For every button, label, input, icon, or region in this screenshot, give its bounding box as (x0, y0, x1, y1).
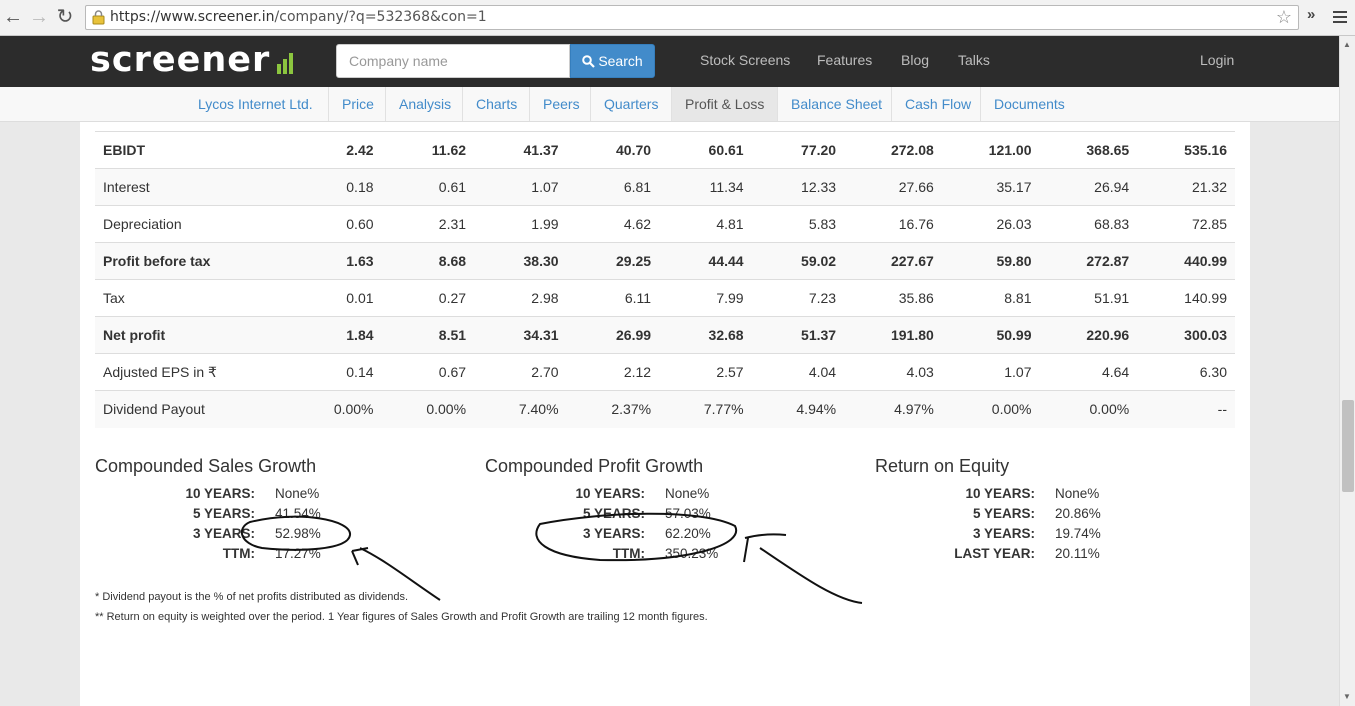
page-scrollbar[interactable]: ▲ ▼ (1339, 36, 1355, 706)
scroll-up-icon[interactable]: ▲ (1343, 40, 1351, 49)
scroll-down-icon[interactable]: ▼ (1343, 692, 1351, 701)
circle-profit-3yr (535, 512, 738, 562)
hand-drawn-annotations (240, 512, 863, 604)
arrow-profit (743, 533, 863, 604)
circle-sales-3yr (240, 515, 351, 551)
arrow-sales (351, 547, 441, 601)
scroll-thumb[interactable] (1342, 400, 1354, 492)
